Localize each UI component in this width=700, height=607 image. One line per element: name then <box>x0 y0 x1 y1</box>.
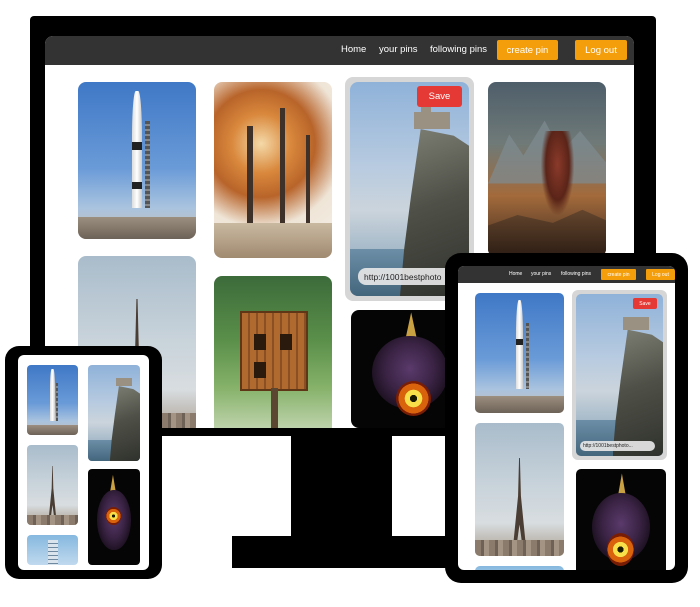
tablet-save-button[interactable]: Save <box>633 298 657 309</box>
nav-your-pins-link[interactable]: your pins <box>379 44 418 55</box>
eiffel-tower-image <box>27 445 78 525</box>
tablet-nav-following-pins-link[interactable]: following pins <box>561 271 591 277</box>
phone-pin-rocket[interactable] <box>27 365 78 435</box>
building-image <box>27 535 78 565</box>
majoras-mask-image <box>88 469 140 565</box>
tablet-source-url-chip[interactable]: http://1001bestphoto... <box>580 441 655 451</box>
phone-pin-castle[interactable] <box>88 365 140 461</box>
tablet-nav-your-pins-link[interactable]: your pins <box>531 271 551 277</box>
eiffel-tower-image <box>475 423 564 556</box>
phone-screen <box>18 355 149 570</box>
majoras-mask-image <box>576 469 666 570</box>
phone-pin-building[interactable] <box>27 535 78 565</box>
tablet-screen: Home your pins following pins create pin… <box>458 266 675 570</box>
nav-following-pins-link[interactable]: following pins <box>430 44 487 55</box>
desktop-navbar: Home your pins following pins create pin… <box>45 36 634 65</box>
treehouse-image <box>214 276 332 428</box>
tablet-pin-mask[interactable] <box>576 469 666 570</box>
tablet-pin-eiffel[interactable] <box>475 423 564 556</box>
monitor-stand-neck <box>291 436 392 536</box>
cliff-castle-image <box>88 365 140 461</box>
monitor-stand-base <box>232 536 452 568</box>
tablet-log-out-button[interactable]: Log out <box>646 269 675 280</box>
cliff-castle-image <box>576 294 663 456</box>
phone-pin-eiffel[interactable] <box>27 445 78 525</box>
pin-card-autumn[interactable] <box>214 82 332 258</box>
pin-inner: Save http://1001bestphoto... <box>576 294 663 456</box>
nav-home-link[interactable]: Home <box>341 44 366 55</box>
rocket-launch-image <box>27 365 78 435</box>
responsive-mockup: Home your pins following pins create pin… <box>0 0 700 607</box>
create-pin-button[interactable]: create pin <box>497 40 558 60</box>
rocket-launch-image <box>78 82 196 239</box>
building-image <box>475 566 564 570</box>
tablet-pin-building[interactable] <box>475 566 564 570</box>
tablet-device: Home your pins following pins create pin… <box>445 253 688 583</box>
tablet-pin-rocket[interactable] <box>475 293 564 413</box>
save-button[interactable]: Save <box>417 86 462 107</box>
rocket-launch-image <box>475 293 564 413</box>
phone-pin-mask[interactable] <box>88 469 140 565</box>
tablet-navbar: Home your pins following pins create pin… <box>458 266 675 283</box>
armored-warrior-image <box>488 82 606 257</box>
tablet-nav-home-link[interactable]: Home <box>509 271 522 277</box>
pin-card-warrior[interactable] <box>488 82 606 257</box>
log-out-button[interactable]: Log out <box>575 40 627 60</box>
autumn-trees-image <box>214 82 332 258</box>
phone-device <box>5 346 162 579</box>
tablet-create-pin-button[interactable]: create pin <box>601 269 636 280</box>
pin-card-treehouse[interactable] <box>214 276 332 428</box>
pin-card-rocket[interactable] <box>78 82 196 239</box>
tablet-pin-castle-selected[interactable]: Save http://1001bestphoto... <box>572 290 667 460</box>
